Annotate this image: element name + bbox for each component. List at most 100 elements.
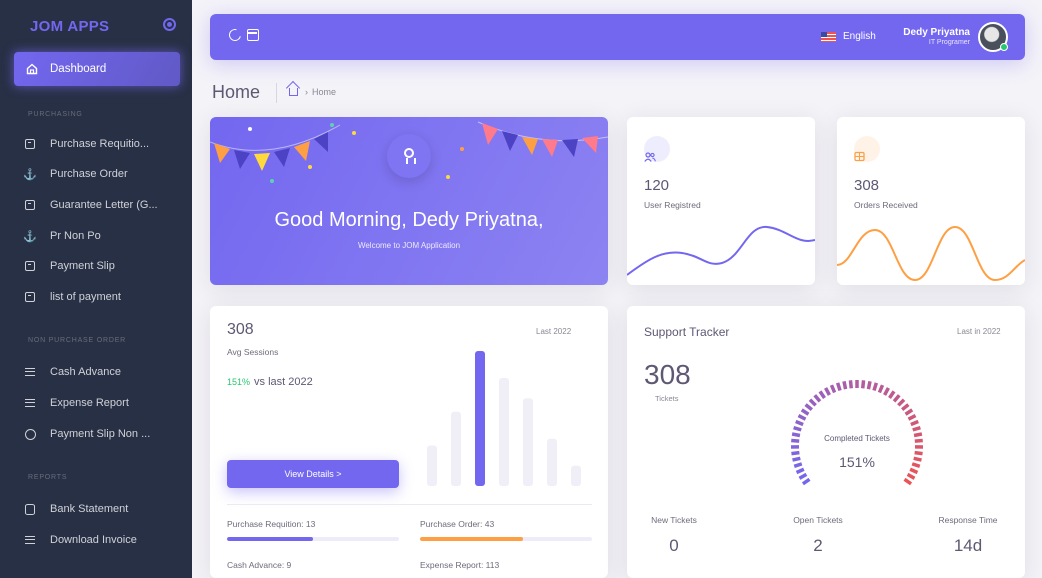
gauge-tick [835, 382, 842, 392]
tracker-period[interactable]: Last in 2022 [957, 327, 1001, 336]
sessions-label: Avg Sessions [227, 347, 279, 357]
confetti [446, 175, 450, 179]
gauge-tick [818, 390, 826, 399]
gauge-tick [798, 472, 808, 480]
sidebar-section-reports: REPORTS [28, 474, 68, 481]
database-icon [24, 503, 36, 515]
progress-fill [420, 537, 524, 541]
view-details-button[interactable]: View Details > [227, 460, 399, 488]
sidebar-item-label: Guarantee Letter (G... [50, 199, 158, 211]
sessions-period[interactable]: Last 2022 [536, 327, 571, 336]
sidebar-item-label: Dashboard [50, 63, 107, 75]
growth-percent: 151% [227, 377, 251, 387]
home-icon[interactable] [289, 88, 298, 96]
gauge-tick [907, 413, 917, 421]
gauge-tick [795, 467, 805, 475]
sidebar-section-non-purchase-order: NON PURCHASE ORDER [28, 337, 127, 344]
sidebar-item-label: Pr Non Po [50, 230, 101, 242]
progress-fill [227, 537, 313, 541]
gauge-tick [913, 432, 923, 438]
sidebar-item-dashboard[interactable]: Dashboard [14, 52, 180, 86]
breadcrumb: › Home [289, 87, 336, 97]
gauge-tick [912, 425, 921, 432]
circle-icon [24, 428, 36, 440]
sidebar-item-cash-advance[interactable]: Cash Advance [24, 362, 184, 382]
gauge-tick [897, 398, 906, 407]
gauge-tick [909, 467, 919, 475]
stat-value: 2 [813, 536, 823, 555]
gauge-tick [911, 462, 921, 469]
divider [227, 504, 592, 505]
sidebar-item-bank-statement[interactable]: Bank Statement [24, 499, 184, 519]
gauge-tick [914, 450, 923, 456]
gauge-tick [791, 450, 800, 456]
gauge-tick [824, 387, 831, 396]
session-bar [523, 398, 533, 486]
user-role: IT Programer [928, 39, 970, 46]
gauge-tick [800, 408, 810, 416]
sessions-value: 308 [227, 321, 254, 338]
award-icon [404, 148, 416, 164]
document-icon [24, 138, 36, 150]
progress-label: Purchase Requition: 13 [227, 519, 316, 529]
sidebar: JOM APPS Dashboard PURCHASING Purchase R… [0, 0, 192, 578]
new-tickets-stat: New Tickets 0 [629, 515, 719, 556]
sidebar-item-label: Bank Statement [50, 503, 129, 515]
breadcrumb-current: Home [312, 87, 337, 97]
gauge-tick [829, 384, 837, 394]
sidebar-item-label: Download Invoice [50, 534, 137, 546]
stat-value: 14d [953, 536, 983, 555]
sidebar-item-purchase-requisition[interactable]: Purchase Requitio... [24, 134, 184, 154]
gauge-tick [901, 403, 910, 411]
sidebar-item-payment-slip[interactable]: Payment Slip [24, 256, 184, 276]
menu-icon [24, 366, 36, 378]
gauge-tick [793, 425, 802, 432]
user-name[interactable]: Dedy Priyatna [900, 27, 970, 38]
home-icon [26, 63, 38, 75]
language-label: English [843, 31, 876, 42]
language-selector[interactable]: English [821, 31, 876, 42]
calendar-icon[interactable] [247, 29, 259, 41]
tickets-value: 308 [644, 359, 691, 390]
document-icon [24, 199, 36, 211]
breadcrumb-divider [276, 83, 277, 103]
online-status-icon [1000, 43, 1008, 51]
sidebar-toggle-icon[interactable] [163, 18, 176, 31]
gauge-tick [861, 380, 866, 389]
gauge-tick [797, 413, 807, 421]
sidebar-item-label: Purchase Requitio... [50, 138, 150, 150]
anchor-icon: ⚓ [24, 230, 37, 243]
progress-cash-advance: Cash Advance: 9 [227, 560, 399, 578]
moon-icon[interactable] [226, 26, 244, 44]
document-icon [24, 260, 36, 272]
gauge-tick [877, 384, 885, 394]
progress-label: Expense Report: 113 [420, 560, 500, 570]
confetti [460, 147, 464, 151]
gauge-tick [888, 390, 896, 399]
greeting-card: Good Morning, Dedy Priyatna, Welcome to … [210, 117, 608, 285]
gauge-tick [813, 394, 822, 403]
brand-logo[interactable]: JOM APPS [30, 18, 109, 35]
tracker-title: Support Tracker [644, 325, 730, 339]
sidebar-item-download-invoice[interactable]: Download Invoice [24, 530, 184, 550]
users-stat-card: 120 User Registred [627, 117, 815, 285]
sidebar-item-list-of-payment[interactable]: list of payment [24, 287, 184, 307]
gauge-tick [866, 380, 872, 390]
sidebar-item-expense-report[interactable]: Expense Report [24, 393, 184, 413]
sidebar-item-payment-slip-non[interactable]: Payment Slip Non ... [24, 424, 184, 444]
gauge-tick [883, 387, 890, 396]
progress-label: Cash Advance: 9 [227, 560, 292, 570]
menu-icon [24, 534, 36, 546]
sidebar-item-purchase-order[interactable]: ⚓ Purchase Order [24, 164, 184, 184]
sidebar-item-pr-non-po[interactable]: ⚓ Pr Non Po [24, 226, 184, 246]
gauge-tick [791, 438, 800, 443]
gauge-tick [906, 472, 916, 480]
greeting-title: Good Morning, Dedy Priyatna, [274, 209, 544, 231]
gauge-tick [804, 403, 813, 411]
menu-icon [24, 397, 36, 409]
tickets-label: Tickets [655, 394, 679, 403]
sidebar-item-guarantee-letter[interactable]: Guarantee Letter (G... [24, 195, 184, 215]
anchor-icon: ⚓ [24, 168, 37, 181]
gauge-tick [801, 477, 811, 486]
progress-track [227, 537, 399, 541]
